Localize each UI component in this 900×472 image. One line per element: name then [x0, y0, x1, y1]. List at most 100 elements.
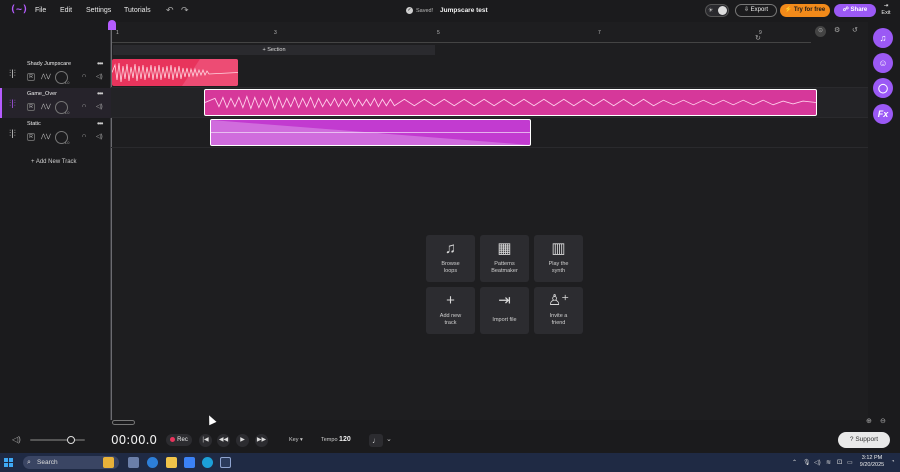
tile-label: Play the synth [534, 261, 583, 274]
export-button[interactable]: ⇩ Export [735, 4, 777, 17]
key-selector[interactable]: Key ▾ [289, 437, 303, 443]
audio-region-shady-jumpscare[interactable] [112, 59, 238, 86]
store-icon[interactable] [184, 457, 195, 468]
automation-icon[interactable]: ⋀⋁ [41, 103, 51, 110]
record-arm-button[interactable]: R [27, 73, 35, 81]
track-header-static[interactable]: ⫶|⫶ Static ••• R ⋀⋁ L0 ∩ ◁) [0, 118, 111, 148]
music-note-icon: ♫ [444, 240, 457, 257]
try-for-free-button[interactable]: ⚡ Try for free [780, 4, 830, 17]
menu-edit[interactable]: Edit [60, 7, 72, 14]
speaker-icon[interactable]: ◁) [814, 459, 821, 466]
browse-loops-tile[interactable]: ♫ Browse loops [426, 235, 475, 282]
audio-region-game-over[interactable] [204, 89, 817, 116]
tempo-control[interactable]: Tempo 120 [321, 436, 351, 443]
widgets-icon[interactable] [103, 457, 114, 468]
add-new-track-button[interactable]: + Add New Track [31, 159, 77, 165]
pan-value: L0 [65, 80, 70, 85]
audio-wave-icon: ⫶|⫶ [9, 98, 16, 108]
play-icon[interactable]: ▶ [236, 434, 249, 447]
share-button[interactable]: ☍ Share [834, 4, 876, 17]
menu-tutorials[interactable]: Tutorials [124, 7, 151, 14]
fx-button[interactable]: Fx [873, 104, 893, 124]
search-label: Search [37, 459, 58, 466]
theme-toggle[interactable]: ☀ [705, 4, 729, 17]
headphones-icon[interactable]: ∩ [82, 73, 86, 79]
track-lane-shady-jumpscare[interactable] [111, 58, 868, 88]
undo-icon[interactable]: ↶ [166, 5, 174, 16]
history-icon[interactable]: ↺ [852, 26, 858, 34]
volume-slider-handle[interactable] [67, 436, 75, 444]
zoom-in-icon[interactable]: ⊕ [866, 417, 872, 425]
tempo-value: 120 [339, 436, 351, 443]
microphone-icon[interactable]: 🎙︎ [803, 459, 811, 466]
notifications-icon[interactable]: ◔ [891, 459, 895, 465]
automation-icon[interactable]: ⋀⋁ [41, 73, 51, 80]
track-header-game-over[interactable]: ⫶|⫶ Game_Over ••• R ⋀⋁ L0 ∩ ◁) [0, 88, 111, 118]
instrument-icon[interactable]: ♫ [873, 28, 893, 48]
import-file-tile[interactable]: ⇥ Import file [480, 287, 529, 334]
redo-icon[interactable]: ↷ [181, 5, 189, 16]
menu-settings[interactable]: Settings [86, 7, 111, 14]
scrollbar-thumb[interactable] [112, 420, 135, 425]
taskbar-clock[interactable]: 3:12 PM 9/20/2025 [856, 455, 888, 469]
task-view-icon[interactable] [128, 457, 139, 468]
fast-forward-icon[interactable]: ▶▶ [255, 434, 268, 447]
menu-file[interactable]: File [35, 7, 46, 14]
speaker-icon[interactable]: ◁) [96, 133, 103, 140]
skip-to-start-icon[interactable]: |◀ [199, 434, 212, 447]
play-synth-tile[interactable]: ▥ Play the synth [534, 235, 583, 282]
share-label: Share [850, 7, 868, 13]
speaker-icon[interactable]: ◁) [96, 103, 103, 110]
support-button[interactable]: ? Support [838, 432, 890, 448]
active-app-icon[interactable] [220, 457, 231, 468]
project-title[interactable]: Jumpscare test [440, 7, 488, 14]
zoom-out-icon[interactable]: ⊖ [880, 417, 886, 425]
track-headers: ⫶|⫶ Shady Jumpscare ••• R ⋀⋁ L0 ∩ ◁) ⫶|⫶… [0, 22, 111, 420]
master-volume-slider[interactable] [30, 436, 85, 444]
speaker-icon[interactable]: ◁) [96, 73, 103, 80]
record-arm-button[interactable]: R [27, 103, 35, 111]
rewind-icon[interactable]: ◀◀ [217, 434, 230, 447]
exit-button[interactable]: ⇥ Exit [878, 3, 894, 17]
record-arm-button[interactable]: R [27, 133, 35, 141]
section-bar[interactable]: + Section [113, 45, 435, 55]
app-logo[interactable]: (~) [10, 4, 28, 17]
track-menu-icon[interactable]: ••• [97, 119, 103, 128]
chevron-down-icon[interactable]: ⌄ [386, 435, 392, 443]
invite-friend-tile[interactable]: ♙⁺ Invite a friend [534, 287, 583, 334]
network-icon[interactable]: ⚀ [837, 459, 842, 466]
track-name[interactable]: Static [27, 121, 41, 127]
patterns-beatmaker-tile[interactable]: ▦ Patterns Beatmaker [480, 235, 529, 282]
chevron-up-icon[interactable]: ⌃ [792, 459, 797, 466]
metronome-icon[interactable]: ♩ [369, 434, 383, 447]
chat-icon[interactable]: ◯ [873, 78, 893, 98]
track-menu-icon[interactable]: ••• [97, 59, 103, 68]
file-explorer-icon[interactable] [166, 457, 177, 468]
track-lane-game-over[interactable] [111, 88, 868, 118]
timeline-area[interactable]: 1 3 5 7 9 ↻ ⊝ ⚙ ↺ + Section ♫ Browse loo… [108, 20, 868, 420]
add-new-track-tile[interactable]: + Add new track [426, 287, 475, 334]
audio-region-static[interactable] [210, 119, 531, 146]
playhead-handle[interactable] [108, 20, 116, 30]
automation-icon[interactable]: ⋀⋁ [41, 133, 51, 140]
loop-icon[interactable]: ↻ [755, 34, 761, 42]
track-menu-icon[interactable]: ••• [97, 89, 103, 98]
horizontal-scrollbar[interactable] [111, 420, 856, 425]
windows-start-icon[interactable] [4, 458, 14, 468]
wifi-icon[interactable]: ≋ [826, 459, 831, 466]
timeline-ruler[interactable]: 1 3 5 7 9 ↻ [111, 30, 811, 43]
lock-icon[interactable]: ⊝ [815, 26, 826, 37]
record-button[interactable]: Rec [166, 434, 192, 446]
headphones-icon[interactable]: ∩ [82, 103, 86, 109]
collaborators-icon[interactable]: ☺ [873, 53, 893, 73]
volume-icon[interactable]: ◁) [12, 435, 21, 444]
battery-icon[interactable]: ▭ [847, 459, 853, 466]
edge-browser-icon[interactable] [202, 457, 213, 468]
copilot-icon[interactable] [147, 457, 158, 468]
track-header-shady-jumpscare[interactable]: ⫶|⫶ Shady Jumpscare ••• R ⋀⋁ L0 ∩ ◁) [0, 58, 111, 88]
track-lane-static[interactable] [111, 118, 868, 148]
track-name[interactable]: Game_Over [27, 91, 57, 97]
settings-gear-icon[interactable]: ⚙ [834, 26, 840, 34]
headphones-icon[interactable]: ∩ [82, 133, 86, 139]
track-name[interactable]: Shady Jumpscare [27, 61, 71, 67]
